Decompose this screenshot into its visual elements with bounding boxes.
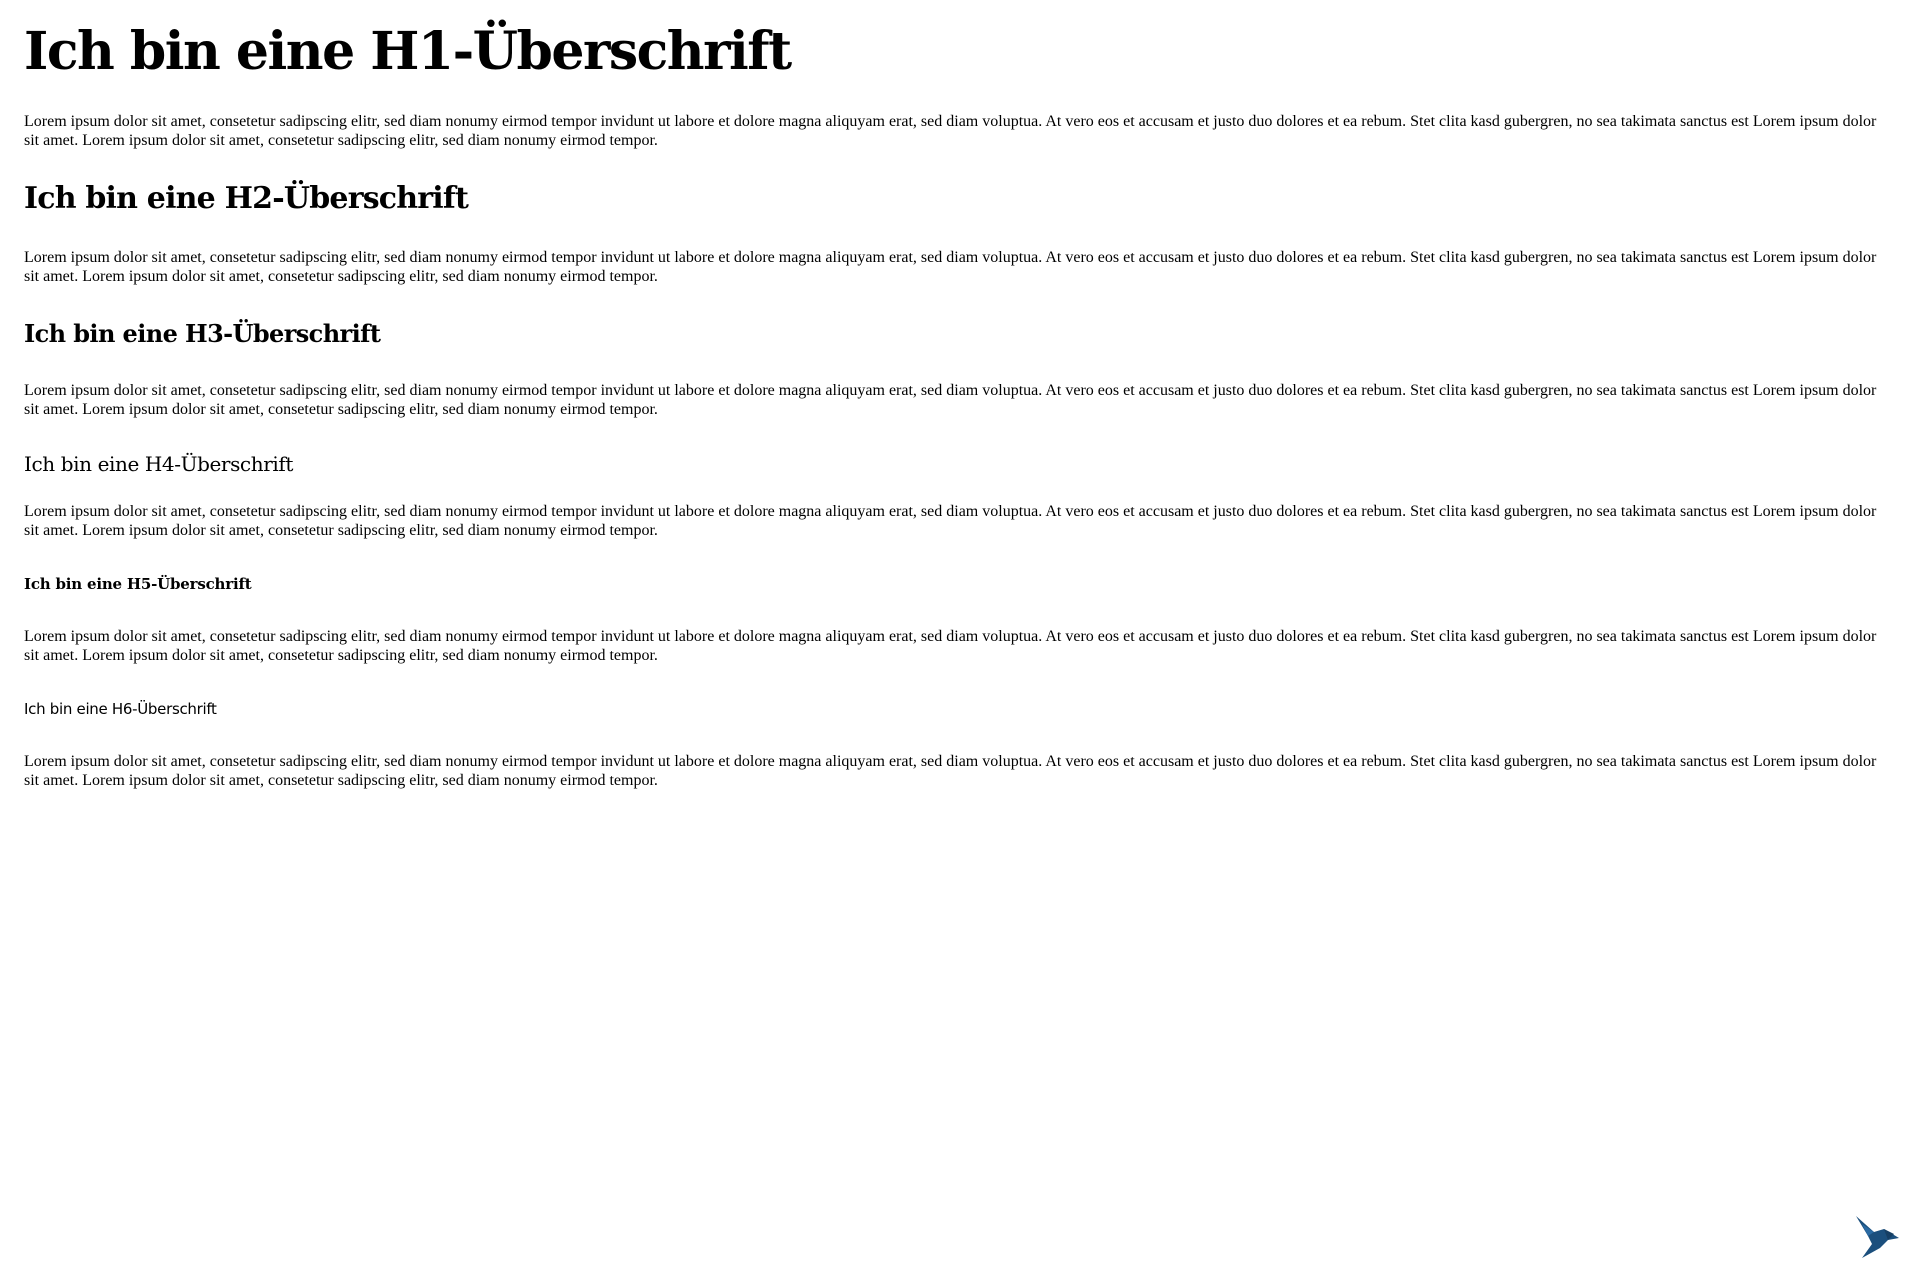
heading-h1: Ich bin eine H1-Überschrift <box>24 21 792 82</box>
paragraph-5: Lorem ipsum dolor sit amet, consetetur s… <box>24 628 1877 664</box>
paragraph-6: Lorem ipsum dolor sit amet, consetetur s… <box>24 753 1877 789</box>
hummingbird-icon-graphic <box>1856 1216 1899 1258</box>
paragraph-3: Lorem ipsum dolor sit amet, consetetur s… <box>24 382 1877 418</box>
hummingbird-icon[interactable] <box>1854 1214 1900 1260</box>
heading-h5: Ich bin eine H5-Überschrift <box>24 575 252 593</box>
paragraph-2: Lorem ipsum dolor sit amet, consetetur s… <box>24 249 1877 285</box>
heading-h2: Ich bin eine H2-Überschrift <box>24 181 469 216</box>
paragraph-4: Lorem ipsum dolor sit amet, consetetur s… <box>24 503 1877 539</box>
heading-h4: Ich bin eine H4-Überschrift <box>24 452 294 476</box>
heading-h6: Ich bin eine H6-Überschrift <box>24 700 217 718</box>
heading-h3: Ich bin eine H3-Überschrift <box>24 319 381 348</box>
paragraph-1: Lorem ipsum dolor sit amet, consetetur s… <box>24 113 1877 149</box>
content-page: Ich bin eine H1-Überschrift Lorem ipsum … <box>24 0 1896 790</box>
